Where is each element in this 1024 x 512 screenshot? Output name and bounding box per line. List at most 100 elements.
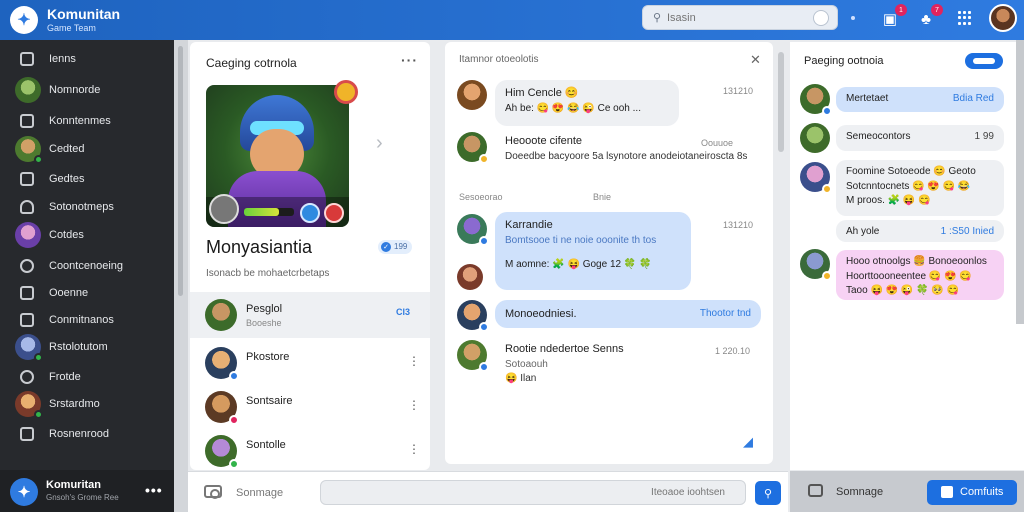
message-composer: Sonmage ⚲ xyxy=(188,471,788,512)
sidebar-item-6[interactable]: Cotdes xyxy=(0,222,174,248)
search-input[interactable] xyxy=(667,9,807,27)
scrollbar[interactable] xyxy=(178,46,183,296)
verified-badge: ✓ 199 xyxy=(378,240,412,254)
sidebar-item-label: Frotde xyxy=(49,371,81,383)
sidebar-item-10[interactable]: Rstolotutom xyxy=(0,334,174,362)
channel-item[interactable]: Sontsaire ⋮ xyxy=(190,384,430,430)
left-sidebar: Ienns Nomnorde Konntenmes Cedted Gedtes … xyxy=(0,40,174,512)
chat-message: Him Cencle 😊 Ah be: 😋 😍 😂 😜 Ce ooh ... 1… xyxy=(457,78,761,128)
channel-item[interactable]: Pesglol Booeshe Cl3 xyxy=(190,292,430,338)
sidebar-item-label: Ienns xyxy=(49,53,76,65)
message-text: 😝 Ilan xyxy=(505,373,537,385)
more-options-icon[interactable]: ⋮ xyxy=(408,354,420,368)
sidebar-item-9[interactable]: Conmitnanos xyxy=(0,307,174,333)
health-bar xyxy=(244,208,294,216)
sidebar-item-3[interactable]: Cedted xyxy=(0,136,174,164)
verified-count: 199 xyxy=(394,242,408,251)
message-input[interactable] xyxy=(321,481,731,504)
avatar xyxy=(15,77,41,103)
section-label: Bnie xyxy=(593,192,612,202)
channel-tag: Cl3 xyxy=(396,307,411,317)
panel-title: Caeging cotrnola xyxy=(206,56,297,70)
activity-item[interactable]: Mertetaet Bdia Red xyxy=(836,87,1004,112)
avatar xyxy=(457,264,483,290)
more-options-icon[interactable]: ⋮ xyxy=(408,442,420,456)
activity-item[interactable]: Foomine Sotoeode 😊 Geoto Sotcnntocnets 😋… xyxy=(836,160,1004,216)
more-options-icon[interactable]: ••• xyxy=(145,482,163,498)
friends-badge: 7 xyxy=(931,4,943,16)
message-time: 1 220.10 xyxy=(715,346,751,356)
compose-icon[interactable]: ◢ xyxy=(743,434,753,450)
sidebar-item-2[interactable]: Konntenmes xyxy=(0,108,174,134)
profile-avatar[interactable] xyxy=(989,4,1017,32)
message-bubble: Karrandie Bomtsooe ti ne noie ooonite th… xyxy=(495,212,691,290)
message-content: Rootie ndedertoe Senns Sotoaouh 😝 Ilan xyxy=(505,342,705,387)
composer-label: Sonmage xyxy=(236,487,284,499)
sidebar-item-label: Coontcenoeing xyxy=(49,260,124,272)
message-text: Bomtsooe ti ne noie ooonite th tos xyxy=(505,234,657,246)
activity-text: Ah yole xyxy=(846,226,880,237)
puzzle-icon[interactable]: ✦ xyxy=(10,6,38,34)
chat-message: Rootie ndedertoe Senns Sotoaouh 😝 Ilan 1… xyxy=(457,338,761,394)
sidebar-item-1[interactable]: Nomnorde xyxy=(0,77,174,103)
camera-icon[interactable] xyxy=(204,485,222,499)
scrollbar[interactable] xyxy=(1016,40,1024,324)
chat-message: Heooote cifente Doeedbe bacyoore 5a lsyn… xyxy=(457,130,761,180)
theme-toggle-icon[interactable] xyxy=(813,10,829,26)
friends-icon[interactable]: ♣ 7 xyxy=(916,4,943,29)
message-author: Him Cencle 😊 xyxy=(505,87,579,99)
activity-text: Semeocontors xyxy=(846,131,911,142)
sidebar-item-4[interactable]: Gedtes xyxy=(0,166,174,192)
search-icon: ⚲ xyxy=(763,487,773,500)
close-icon[interactable]: ✕ xyxy=(750,52,761,68)
sidebar-item-13[interactable]: Rosnenrood xyxy=(0,421,174,447)
apps-grid-icon[interactable] xyxy=(958,11,972,25)
activity-item[interactable]: Ah yole 1 :S50 Inied xyxy=(836,220,1004,242)
avatar xyxy=(457,132,489,164)
avatar xyxy=(457,300,489,332)
search-box[interactable]: ⚲ xyxy=(642,5,838,30)
message-author: Karrandie xyxy=(505,219,553,231)
sidebar-item-7[interactable]: Coontcenoeing xyxy=(0,253,174,279)
sidebar-item-12[interactable]: Srstardmo xyxy=(0,391,174,419)
channel-item[interactable]: Sontolle ⋮ xyxy=(190,428,430,474)
activity-item[interactable]: Semeocontors 1 99 xyxy=(836,125,1004,151)
toggle-button[interactable] xyxy=(965,53,1003,69)
game-panel: Caeging cotrnola ··· › Monyasiantia ✓ 19… xyxy=(190,42,430,470)
sidebar-item-8[interactable]: Ooenne xyxy=(0,280,174,306)
panel-title: Paeging ootnoia xyxy=(804,55,884,67)
sidebar-item-label: Nomnorde xyxy=(49,84,101,96)
sidebar-item-label: Rstolotutom xyxy=(49,341,108,353)
more-options-icon[interactable]: ⋮ xyxy=(408,398,420,412)
channel-item[interactable]: Pkostore ⋮ xyxy=(190,340,430,386)
right-footer: Somnage Comfuits xyxy=(790,471,1024,512)
sidebar-footer[interactable]: ✦ Komuritan Gnsoh's Grome Ree ••• xyxy=(0,470,174,512)
activity-text: Sotcnntocnets 😋 😍 😋 😂 xyxy=(846,180,971,192)
sidebar-item-5[interactable]: Sotonotmeps xyxy=(0,194,174,220)
app-subtitle: Game Team xyxy=(47,23,96,33)
scrollbar[interactable] xyxy=(778,52,784,152)
chevron-right-icon[interactable]: › xyxy=(376,132,383,155)
confirm-button[interactable]: Comfuits xyxy=(927,480,1017,505)
sidebar-item-0[interactable]: Ienns xyxy=(0,46,174,72)
message-bubble: Him Cencle 😊 Ah be: 😋 😍 😂 😜 Ce ooh ... xyxy=(495,80,679,126)
avatar xyxy=(15,136,43,164)
separator-dot xyxy=(851,16,855,20)
profile-icon xyxy=(20,370,34,384)
message-text: M aomne: 🧩 😝 Goge 12 🍀 🍀 xyxy=(505,259,652,271)
send-button[interactable]: ⚲ xyxy=(755,481,781,505)
notification-icon[interactable]: ▣ 1 xyxy=(880,4,907,29)
activity-item[interactable]: Hooo otnoolgs 🍔 Bonoeoonlos Hoorttooonee… xyxy=(836,250,1004,300)
avatar xyxy=(15,391,43,419)
sidebar-item-label: Gedtes xyxy=(49,173,85,185)
camera-icon[interactable] xyxy=(808,484,823,497)
sidebar-item-label: Srstardmo xyxy=(49,398,100,410)
sidebar-item-label: Conmitnanos xyxy=(49,314,114,326)
game-cover-image[interactable] xyxy=(206,85,349,227)
people-icon xyxy=(941,486,953,498)
avatar xyxy=(15,222,41,248)
sidebar-item-11[interactable]: Frotde xyxy=(0,364,174,390)
more-options-icon[interactable]: ··· xyxy=(401,52,418,68)
chat-header: Itamnor otoeolotis xyxy=(459,54,539,65)
avatar xyxy=(457,214,489,246)
